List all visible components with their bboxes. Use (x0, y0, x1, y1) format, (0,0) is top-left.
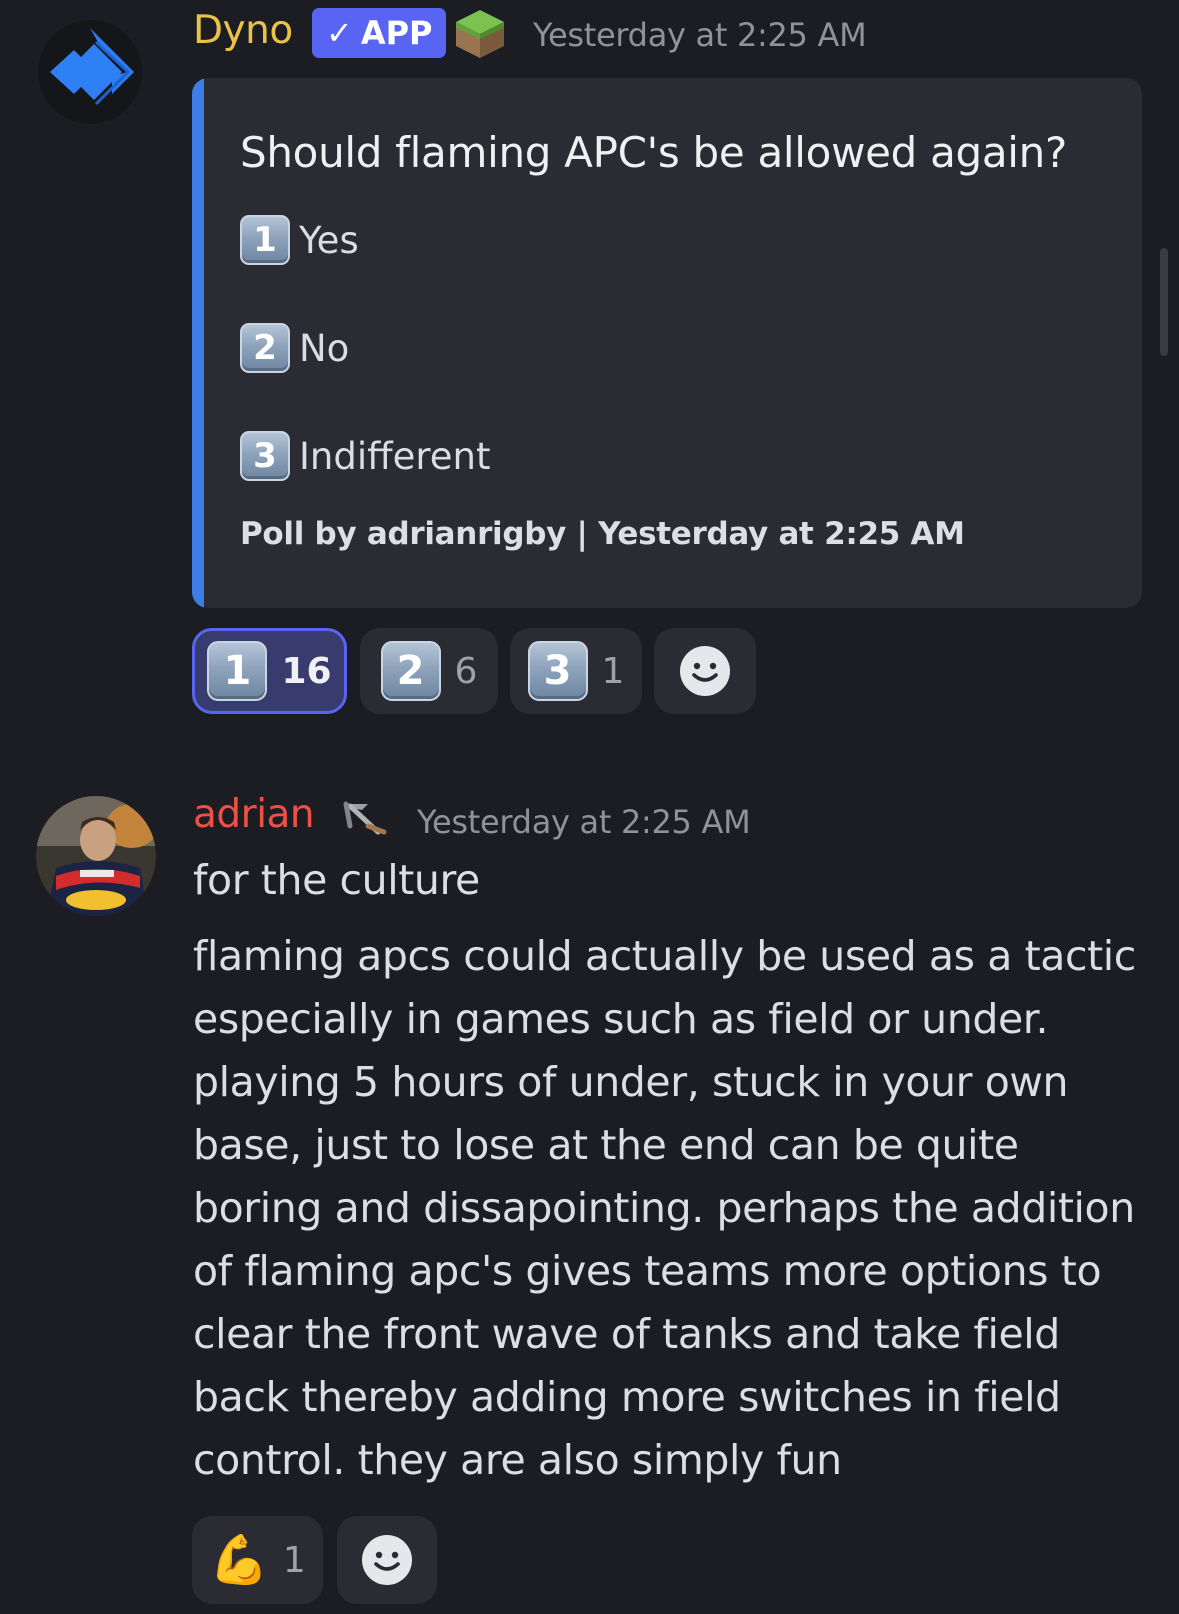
add-reaction-smiley-icon (362, 1535, 412, 1585)
reaction-one[interactable]: 1 16 (192, 628, 347, 714)
reaction-count: 16 (281, 650, 332, 692)
keycap-two-icon: 2 (240, 323, 290, 373)
reaction-count: 6 (454, 650, 478, 692)
poll-option-2: 2 No (240, 320, 349, 376)
keycap-two-icon: 2 (380, 641, 441, 701)
pickaxe-role-icon (343, 801, 387, 835)
reaction-count: 1 (601, 650, 625, 692)
message-text: flaming apcs could actually be used as a… (193, 932, 1136, 1484)
user-username[interactable]: adrian (193, 792, 315, 837)
reaction-muscle[interactable]: 💪 1 (192, 1516, 323, 1604)
add-reaction-button[interactable] (654, 628, 756, 714)
embed-accent-bar (192, 78, 204, 608)
bot-timestamp: Yesterday at 2:25 AM (533, 16, 867, 54)
avatar-photo (36, 796, 156, 916)
poll-option-3: 3 Indifferent (240, 428, 491, 484)
flexed-biceps-icon: 💪 (209, 1532, 269, 1588)
poll-option-label: No (299, 326, 350, 370)
verified-check-icon: ✓ (326, 14, 353, 52)
reaction-count: 1 (282, 1539, 306, 1581)
reaction-two[interactable]: 2 6 (360, 628, 498, 714)
dyno-logo-icon (50, 28, 134, 106)
bot-username[interactable]: Dyno (193, 8, 293, 53)
add-reaction-smiley-icon (680, 646, 730, 696)
grass-block-icon (456, 10, 504, 58)
scrollbar-thumb[interactable] (1160, 248, 1168, 356)
poll-embed: Should flaming APC's be allowed again? 1… (192, 78, 1142, 608)
user-timestamp: Yesterday at 2:25 AM (417, 803, 751, 841)
keycap-one-icon: 1 (240, 215, 290, 265)
message-text: for the culture (193, 856, 480, 904)
keycap-one-icon: 1 (207, 641, 268, 701)
poll-footer: Poll by adrianrigby | Yesterday at 2:25 … (240, 516, 965, 552)
poll-option-1: 1 Yes (240, 212, 359, 268)
bot-avatar[interactable] (38, 20, 142, 124)
keycap-three-icon: 3 (527, 641, 588, 701)
reaction-three[interactable]: 3 1 (510, 628, 642, 714)
user-avatar[interactable] (36, 796, 156, 916)
keycap-three-icon: 3 (240, 431, 290, 481)
poll-option-label: Indifferent (299, 434, 491, 478)
poll-option-label: Yes (299, 218, 359, 262)
app-badge-label: APP (360, 14, 433, 52)
app-badge: ✓ APP (312, 8, 447, 58)
poll-question: Should flaming APC's be allowed again? (240, 128, 1067, 177)
add-reaction-button[interactable] (337, 1516, 437, 1604)
